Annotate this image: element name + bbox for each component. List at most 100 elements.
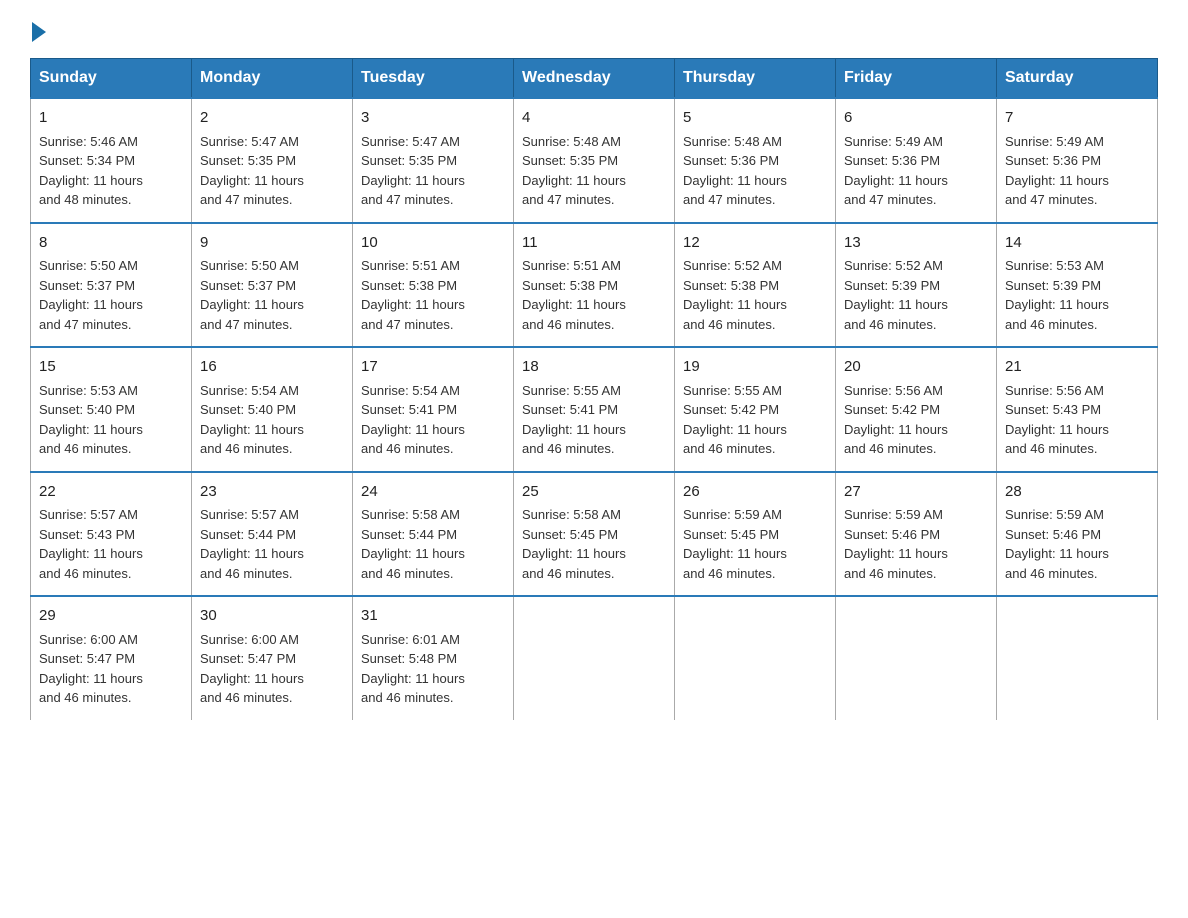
day-info: Sunrise: 5:47 AM Sunset: 5:35 PM Dayligh…	[200, 132, 344, 210]
day-number: 9	[200, 232, 344, 255]
day-number: 7	[1005, 107, 1149, 130]
day-info: Sunrise: 5:53 AM Sunset: 5:39 PM Dayligh…	[1005, 256, 1149, 334]
col-sunday: Sunday	[31, 59, 192, 99]
day-number: 12	[683, 232, 827, 255]
day-info: Sunrise: 5:52 AM Sunset: 5:39 PM Dayligh…	[844, 256, 988, 334]
day-info: Sunrise: 5:49 AM Sunset: 5:36 PM Dayligh…	[844, 132, 988, 210]
day-info: Sunrise: 5:59 AM Sunset: 5:46 PM Dayligh…	[844, 505, 988, 583]
day-number: 15	[39, 356, 183, 379]
calendar-cell	[836, 596, 997, 720]
day-info: Sunrise: 6:00 AM Sunset: 5:47 PM Dayligh…	[200, 630, 344, 708]
day-number: 21	[1005, 356, 1149, 379]
calendar-cell: 23 Sunrise: 5:57 AM Sunset: 5:44 PM Dayl…	[192, 472, 353, 597]
calendar-cell: 3 Sunrise: 5:47 AM Sunset: 5:35 PM Dayli…	[353, 98, 514, 223]
day-info: Sunrise: 5:57 AM Sunset: 5:44 PM Dayligh…	[200, 505, 344, 583]
day-number: 4	[522, 107, 666, 130]
calendar-cell: 2 Sunrise: 5:47 AM Sunset: 5:35 PM Dayli…	[192, 98, 353, 223]
day-info: Sunrise: 5:59 AM Sunset: 5:45 PM Dayligh…	[683, 505, 827, 583]
calendar-cell	[514, 596, 675, 720]
day-number: 8	[39, 232, 183, 255]
calendar-cell	[675, 596, 836, 720]
day-info: Sunrise: 5:53 AM Sunset: 5:40 PM Dayligh…	[39, 381, 183, 459]
calendar-header-row: Sunday Monday Tuesday Wednesday Thursday…	[31, 59, 1158, 99]
day-number: 31	[361, 605, 505, 628]
calendar-week-row: 1 Sunrise: 5:46 AM Sunset: 5:34 PM Dayli…	[31, 98, 1158, 223]
day-info: Sunrise: 5:46 AM Sunset: 5:34 PM Dayligh…	[39, 132, 183, 210]
day-info: Sunrise: 5:48 AM Sunset: 5:36 PM Dayligh…	[683, 132, 827, 210]
calendar-cell: 17 Sunrise: 5:54 AM Sunset: 5:41 PM Dayl…	[353, 347, 514, 472]
calendar-cell: 1 Sunrise: 5:46 AM Sunset: 5:34 PM Dayli…	[31, 98, 192, 223]
day-number: 11	[522, 232, 666, 255]
day-info: Sunrise: 5:58 AM Sunset: 5:44 PM Dayligh…	[361, 505, 505, 583]
day-number: 3	[361, 107, 505, 130]
calendar-cell: 12 Sunrise: 5:52 AM Sunset: 5:38 PM Dayl…	[675, 223, 836, 348]
day-number: 18	[522, 356, 666, 379]
logo	[30, 20, 46, 38]
day-number: 13	[844, 232, 988, 255]
day-number: 23	[200, 481, 344, 504]
logo-general	[30, 20, 46, 42]
col-friday: Friday	[836, 59, 997, 99]
calendar-cell: 21 Sunrise: 5:56 AM Sunset: 5:43 PM Dayl…	[997, 347, 1158, 472]
day-info: Sunrise: 5:59 AM Sunset: 5:46 PM Dayligh…	[1005, 505, 1149, 583]
calendar-cell: 13 Sunrise: 5:52 AM Sunset: 5:39 PM Dayl…	[836, 223, 997, 348]
calendar-cell: 9 Sunrise: 5:50 AM Sunset: 5:37 PM Dayli…	[192, 223, 353, 348]
day-info: Sunrise: 5:56 AM Sunset: 5:42 PM Dayligh…	[844, 381, 988, 459]
calendar-cell: 7 Sunrise: 5:49 AM Sunset: 5:36 PM Dayli…	[997, 98, 1158, 223]
day-number: 26	[683, 481, 827, 504]
calendar-cell: 11 Sunrise: 5:51 AM Sunset: 5:38 PM Dayl…	[514, 223, 675, 348]
calendar-cell: 28 Sunrise: 5:59 AM Sunset: 5:46 PM Dayl…	[997, 472, 1158, 597]
day-number: 16	[200, 356, 344, 379]
day-info: Sunrise: 5:50 AM Sunset: 5:37 PM Dayligh…	[200, 256, 344, 334]
calendar-week-row: 15 Sunrise: 5:53 AM Sunset: 5:40 PM Dayl…	[31, 347, 1158, 472]
day-number: 28	[1005, 481, 1149, 504]
day-info: Sunrise: 6:01 AM Sunset: 5:48 PM Dayligh…	[361, 630, 505, 708]
calendar-cell: 10 Sunrise: 5:51 AM Sunset: 5:38 PM Dayl…	[353, 223, 514, 348]
day-number: 19	[683, 356, 827, 379]
day-number: 29	[39, 605, 183, 628]
day-number: 10	[361, 232, 505, 255]
calendar-cell: 30 Sunrise: 6:00 AM Sunset: 5:47 PM Dayl…	[192, 596, 353, 720]
col-wednesday: Wednesday	[514, 59, 675, 99]
calendar-cell: 29 Sunrise: 6:00 AM Sunset: 5:47 PM Dayl…	[31, 596, 192, 720]
calendar-table: Sunday Monday Tuesday Wednesday Thursday…	[30, 58, 1158, 720]
calendar-cell: 22 Sunrise: 5:57 AM Sunset: 5:43 PM Dayl…	[31, 472, 192, 597]
col-monday: Monday	[192, 59, 353, 99]
calendar-week-row: 22 Sunrise: 5:57 AM Sunset: 5:43 PM Dayl…	[31, 472, 1158, 597]
calendar-cell: 27 Sunrise: 5:59 AM Sunset: 5:46 PM Dayl…	[836, 472, 997, 597]
calendar-cell: 31 Sunrise: 6:01 AM Sunset: 5:48 PM Dayl…	[353, 596, 514, 720]
calendar-cell: 14 Sunrise: 5:53 AM Sunset: 5:39 PM Dayl…	[997, 223, 1158, 348]
day-number: 6	[844, 107, 988, 130]
day-info: Sunrise: 5:52 AM Sunset: 5:38 PM Dayligh…	[683, 256, 827, 334]
day-number: 17	[361, 356, 505, 379]
calendar-cell: 24 Sunrise: 5:58 AM Sunset: 5:44 PM Dayl…	[353, 472, 514, 597]
day-number: 14	[1005, 232, 1149, 255]
calendar-cell: 6 Sunrise: 5:49 AM Sunset: 5:36 PM Dayli…	[836, 98, 997, 223]
day-number: 5	[683, 107, 827, 130]
day-info: Sunrise: 5:55 AM Sunset: 5:42 PM Dayligh…	[683, 381, 827, 459]
day-info: Sunrise: 5:54 AM Sunset: 5:41 PM Dayligh…	[361, 381, 505, 459]
day-number: 1	[39, 107, 183, 130]
col-saturday: Saturday	[997, 59, 1158, 99]
day-number: 2	[200, 107, 344, 130]
day-info: Sunrise: 5:51 AM Sunset: 5:38 PM Dayligh…	[522, 256, 666, 334]
calendar-cell: 25 Sunrise: 5:58 AM Sunset: 5:45 PM Dayl…	[514, 472, 675, 597]
col-thursday: Thursday	[675, 59, 836, 99]
day-info: Sunrise: 5:49 AM Sunset: 5:36 PM Dayligh…	[1005, 132, 1149, 210]
calendar-week-row: 8 Sunrise: 5:50 AM Sunset: 5:37 PM Dayli…	[31, 223, 1158, 348]
day-info: Sunrise: 5:58 AM Sunset: 5:45 PM Dayligh…	[522, 505, 666, 583]
calendar-cell: 18 Sunrise: 5:55 AM Sunset: 5:41 PM Dayl…	[514, 347, 675, 472]
day-number: 24	[361, 481, 505, 504]
day-info: Sunrise: 5:54 AM Sunset: 5:40 PM Dayligh…	[200, 381, 344, 459]
day-number: 25	[522, 481, 666, 504]
day-info: Sunrise: 6:00 AM Sunset: 5:47 PM Dayligh…	[39, 630, 183, 708]
calendar-cell: 4 Sunrise: 5:48 AM Sunset: 5:35 PM Dayli…	[514, 98, 675, 223]
day-number: 22	[39, 481, 183, 504]
day-info: Sunrise: 5:50 AM Sunset: 5:37 PM Dayligh…	[39, 256, 183, 334]
calendar-cell: 20 Sunrise: 5:56 AM Sunset: 5:42 PM Dayl…	[836, 347, 997, 472]
day-info: Sunrise: 5:48 AM Sunset: 5:35 PM Dayligh…	[522, 132, 666, 210]
calendar-cell: 26 Sunrise: 5:59 AM Sunset: 5:45 PM Dayl…	[675, 472, 836, 597]
calendar-cell: 15 Sunrise: 5:53 AM Sunset: 5:40 PM Dayl…	[31, 347, 192, 472]
logo-arrow-icon	[32, 22, 46, 42]
day-info: Sunrise: 5:51 AM Sunset: 5:38 PM Dayligh…	[361, 256, 505, 334]
